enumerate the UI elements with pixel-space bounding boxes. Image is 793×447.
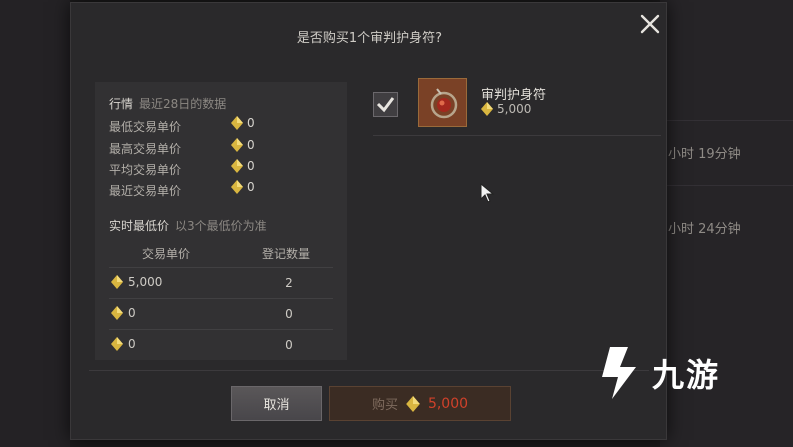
gem-icon: [481, 102, 493, 116]
close-button[interactable]: [637, 11, 663, 37]
gem-icon: [111, 275, 123, 289]
background-timer: 小时 24分钟: [668, 222, 741, 237]
market-heading: 行情 最近28日的数据: [109, 95, 226, 112]
gem-icon: [231, 116, 243, 130]
stat-value-text: 0: [247, 159, 255, 173]
table-row: 0 0: [109, 298, 333, 329]
stat-value: 0: [231, 180, 255, 194]
watermark: 九游: [590, 338, 760, 408]
market-info-panel: 行情 最近28日的数据 最低交易单价 0 最高交易单价 0 平均交易单价 0 最近…: [95, 82, 347, 360]
item-price-text: 5,000: [497, 102, 532, 116]
stat-label: 最高交易单价: [109, 142, 182, 156]
stat-row-average: 平均交易单价 0: [109, 159, 339, 179]
item-name: 审判护身符: [481, 88, 547, 103]
buy-button[interactable]: 购买 5,000: [329, 386, 511, 421]
amulet-icon: [419, 79, 466, 126]
mouse-cursor-icon: [480, 183, 495, 203]
stat-row-highest: 最高交易单价 0: [109, 138, 339, 158]
stat-label: 平均交易单价: [109, 163, 182, 177]
background-divider: [660, 185, 793, 186]
stat-row-recent: 最近交易单价 0: [109, 180, 339, 200]
gem-icon: [231, 180, 243, 194]
column-header-price: 交易单价: [141, 247, 190, 261]
row-price-text: 0: [128, 306, 136, 320]
watermark-text: 九游: [652, 356, 721, 394]
stat-value: 0: [231, 116, 255, 130]
background-divider: [660, 120, 793, 121]
row-price: 5,000: [111, 275, 162, 289]
gem-icon: [231, 138, 243, 152]
realtime-heading-sub: 以3个最低价为准: [175, 219, 267, 233]
market-heading-label: 行情: [109, 97, 134, 111]
gem-icon: [231, 159, 243, 173]
row-qty: 0: [285, 338, 293, 352]
table-row: 5,000 2: [109, 267, 333, 298]
buy-button-amount: 5,000: [427, 395, 469, 412]
row-qty: 2: [285, 276, 293, 290]
column-header-qty: 登记数量: [261, 247, 310, 261]
gem-icon: [406, 395, 420, 412]
stat-value-text: 0: [247, 180, 255, 194]
row-price: 0: [111, 337, 136, 351]
price-table-header: 交易单价 登记数量: [95, 240, 347, 266]
logo-icon: [602, 347, 636, 399]
item-divider: [373, 135, 661, 136]
stat-row-lowest: 最低交易单价 0: [109, 116, 339, 136]
row-price-text: 5,000: [128, 275, 163, 289]
item-select-checkbox[interactable]: [373, 92, 398, 117]
stat-value: 0: [231, 138, 255, 152]
purchase-dialog: 是否购买1个审判护身符? 行情 最近28日的数据 最低交易单价 0 最高交易单价 …: [70, 2, 667, 440]
stat-value-text: 0: [247, 116, 255, 130]
market-heading-sub: 最近28日的数据: [139, 97, 227, 111]
item-icon[interactable]: [418, 78, 467, 127]
row-qty: 0: [285, 307, 293, 321]
gem-icon: [111, 337, 123, 351]
stat-label: 最低交易单价: [109, 120, 182, 134]
row-price: 0: [111, 306, 136, 320]
cancel-button[interactable]: 取消: [231, 386, 322, 421]
row-price-text: 0: [128, 337, 136, 351]
table-row: 0 0: [109, 329, 333, 360]
background-timer: 小时 19分钟: [668, 147, 741, 162]
footer-divider: [89, 370, 649, 371]
close-icon: [640, 14, 660, 34]
stat-label: 最近交易单价: [109, 184, 182, 198]
gem-icon: [111, 306, 123, 320]
dialog-title: 是否购买1个审判护身符?: [296, 31, 443, 46]
background-left-panel: [0, 0, 70, 447]
realtime-heading: 实时最低价 以3个最低价为准: [109, 217, 267, 234]
checkmark-icon: [376, 97, 395, 113]
item-price: 5,000: [481, 102, 531, 116]
buy-button-label: 购买: [371, 398, 398, 413]
stat-value-text: 0: [247, 138, 255, 152]
stat-value: 0: [231, 159, 255, 173]
realtime-heading-label: 实时最低价: [109, 219, 170, 233]
